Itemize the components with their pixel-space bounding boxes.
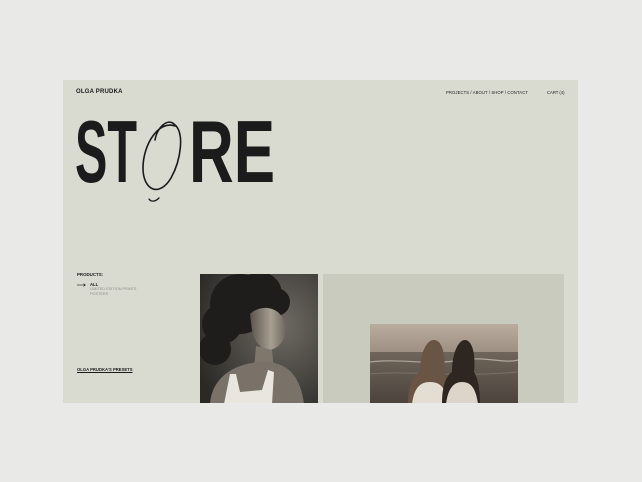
products-label: PRODUCTS: (77, 272, 104, 277)
arrow-right-icon (77, 282, 86, 287)
nav-projects[interactable]: PROJECTS (446, 90, 469, 95)
script-o-tail (148, 197, 160, 202)
store-page: OLGA PRUDKA PROJECTS / ABOUT / SHOP / CO… (63, 80, 578, 403)
hero-title-text: ST (75, 102, 137, 201)
presets-link[interactable]: OLGA PRUDKA'S PRESETS (77, 367, 133, 372)
nav-shop[interactable]: SHOP (491, 90, 503, 95)
photo-beach-icon (370, 324, 518, 403)
photo-portrait-icon (200, 274, 318, 403)
nav-about[interactable]: ABOUT (473, 90, 488, 95)
product-card[interactable] (323, 274, 564, 403)
product-filters: ALL LIMITED EDITION PRINTS POSTERS (77, 282, 136, 297)
script-o-letter (142, 121, 182, 191)
nav-contact[interactable]: CONTACT (507, 90, 528, 95)
hero-title: ST RE (75, 102, 275, 202)
hero-title-text: RE (189, 102, 275, 201)
cart-link[interactable]: CART (4) (547, 90, 565, 95)
main-nav: PROJECTS / ABOUT / SHOP / CONTACT (446, 90, 528, 95)
product-card[interactable] (200, 274, 318, 403)
brand-logo[interactable]: OLGA PRUDKA (76, 89, 123, 95)
filter-posters[interactable]: POSTERS (90, 292, 136, 297)
